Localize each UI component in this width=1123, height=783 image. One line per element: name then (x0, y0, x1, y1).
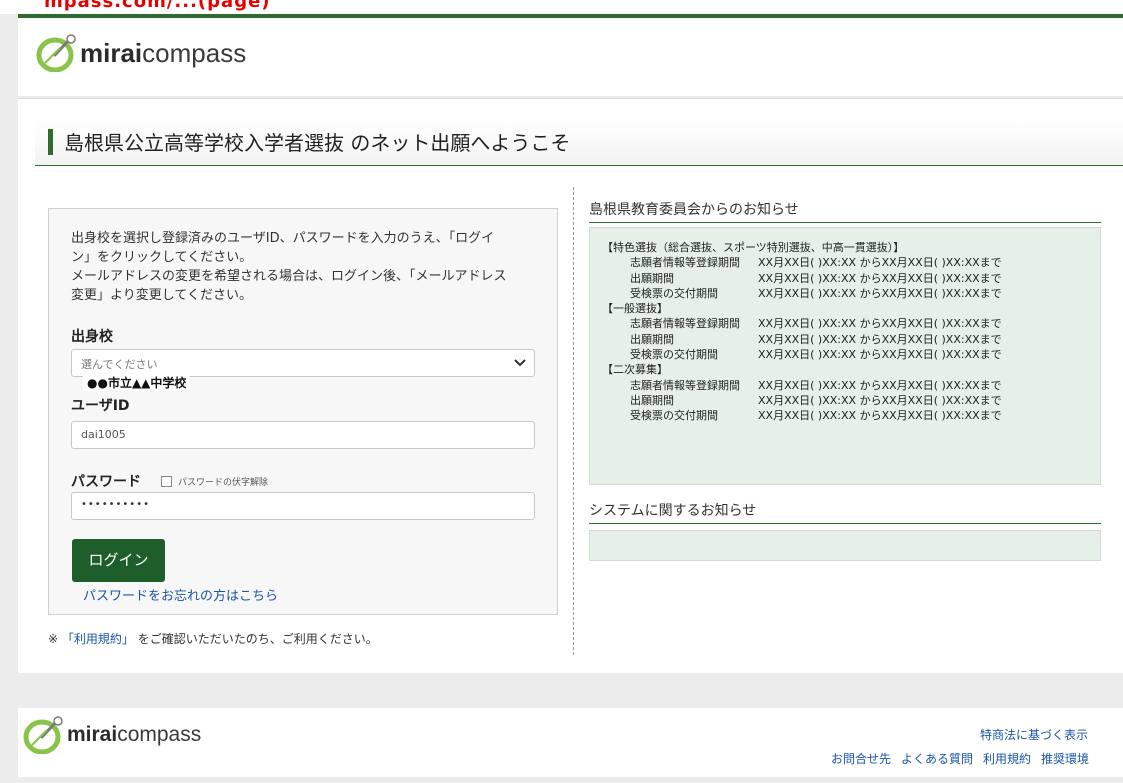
brand-name: miraicompass (67, 723, 202, 746)
caption-text: mpass.com/...(page) (44, 0, 271, 12)
footer: miraicompass 特商法に基づく表示 お問合せ先 よくある質問 利用規約… (18, 708, 1123, 777)
school-select-placeholder: 選んでください (81, 358, 158, 371)
password-unmask-toggle[interactable]: パスワードの伏字解除 (161, 475, 268, 488)
notice-row: 志願者情報等登録期間 XX月XX日( )XX:XX からXX月XX日( )XX:X… (630, 317, 1002, 331)
instruction-line: メールアドレスの変更を希望される場合は、ログイン後、「メールアドレス (71, 269, 507, 284)
notice-row: 出願期間 XX月XX日( )XX:XX からXX月XX日( )XX:XXまで (630, 332, 1002, 346)
userid-input[interactable]: dai1005 (71, 421, 535, 449)
notice-section-title: 【二次募集】 (602, 363, 668, 377)
header-logo[interactable]: miraicompass (36, 34, 246, 72)
chevron-down-icon (514, 359, 526, 367)
header: miraicompass (18, 14, 1123, 96)
legal-notice-link[interactable]: 特商法に基づく表示 (980, 726, 1088, 743)
footer-links: お問合せ先 よくある質問 利用規約 推奨環境 (831, 750, 1089, 767)
school-select[interactable]: 選んでください (71, 349, 535, 377)
title-accent (48, 129, 53, 155)
password-unmask-label: パスワードの伏字解除 (178, 478, 269, 488)
login-button[interactable]: ログイン (72, 539, 165, 582)
login-instructions: 出身校を選択し登録済みのユーザID、パスワードを入力のうえ、「ログイ ン」をクリ… (71, 229, 541, 305)
login-form: 出身校を選択し登録済みのユーザID、パスワードを入力のうえ、「ログイ ン」をクリ… (48, 208, 558, 615)
notice-row: 受検票の交付期間 XX月XX日( )XX:XX からXX月XX日( )XX:XXま… (630, 286, 1002, 300)
notice-row: 出願期間 XX月XX日( )XX:XX からXX月XX日( )XX:XXまで (630, 393, 1002, 407)
footer-link-environment[interactable]: 推奨環境 (1041, 750, 1089, 767)
system-notice-box (589, 530, 1101, 561)
column-divider (573, 187, 574, 655)
password-label: パスワード (71, 474, 141, 490)
userid-label: ユーザID (71, 398, 130, 414)
password-input[interactable]: •••••••••• (71, 492, 535, 520)
school-label: 出身校 (71, 329, 113, 345)
school-selected-value: ●●市立▲▲中学校 (83, 374, 191, 391)
notice-row: 受検票の交付期間 XX月XX日( )XX:XX からXX月XX日( )XX:XXま… (630, 348, 1002, 362)
instruction-line: ン」をクリックしてください。 (71, 250, 253, 265)
forgot-password-link[interactable]: パスワードをお忘れの方はこちら (83, 585, 278, 604)
main-panel: 島根県公立高等学校入学者選抜 のネット出願へようこそ 出身校を選択し登録済みのユ… (18, 98, 1123, 673)
board-notice-box: 【特色選抜（総合選抜、スポーツ特別選抜、中高一貫選抜）】 志願者情報等登録期間 X… (589, 227, 1101, 485)
top-caption: mpass.com/...(page) (0, 0, 1123, 14)
page-title: 島根県公立高等学校入学者選抜 のネット出願へようこそ (64, 131, 571, 155)
terms-link[interactable]: 「利用規約」 (62, 632, 134, 646)
instruction-line: 変更」より変更してください。 (71, 288, 252, 303)
footer-link-faq[interactable]: よくある質問 (901, 750, 973, 767)
system-notice-heading: システムに関するお知らせ (589, 500, 1101, 524)
brand-name: miraicompass (80, 37, 247, 68)
board-notice-heading: 島根県教育委員会からのお知らせ (589, 199, 1101, 223)
notice-row: 志願者情報等登録期間 XX月XX日( )XX:XX からXX月XX日( )XX:X… (630, 256, 1002, 270)
notice-row: 志願者情報等登録期間 XX月XX日( )XX:XX からXX月XX日( )XX:X… (630, 378, 1002, 392)
instruction-line: 出身校を選択し登録済みのユーザID、パスワードを入力のうえ、「ログイ (71, 231, 495, 246)
board-notice-content: 【特色選抜（総合選抜、スポーツ特別選抜、中高一貫選抜）】 志願者情報等登録期間 X… (602, 240, 1002, 424)
footer-link-terms[interactable]: 利用規約 (983, 750, 1031, 767)
compass-logo-icon (36, 34, 76, 72)
checkbox-icon[interactable] (161, 476, 172, 487)
compass-logo-icon (23, 716, 63, 754)
notice-row: 受検票の交付期間 XX月XX日( )XX:XX からXX月XX日( )XX:XXま… (630, 409, 1002, 423)
notice-section-title: 【一般選抜】 (602, 302, 668, 316)
footer-link-contact[interactable]: お問合せ先 (831, 750, 891, 767)
footer-logo[interactable]: miraicompass (23, 716, 201, 754)
terms-notice: ※ 「利用規約」 をご確認いただいたのち、ご利用ください。 (48, 632, 378, 646)
title-bar: 島根県公立高等学校入学者選抜 のネット出願へようこそ (35, 118, 1123, 166)
notice-row: 出願期間 XX月XX日( )XX:XX からXX月XX日( )XX:XXまで (630, 271, 1002, 285)
notice-section-title: 【特色選抜（総合選抜、スポーツ特別選抜、中高一貫選抜）】 (602, 241, 905, 254)
